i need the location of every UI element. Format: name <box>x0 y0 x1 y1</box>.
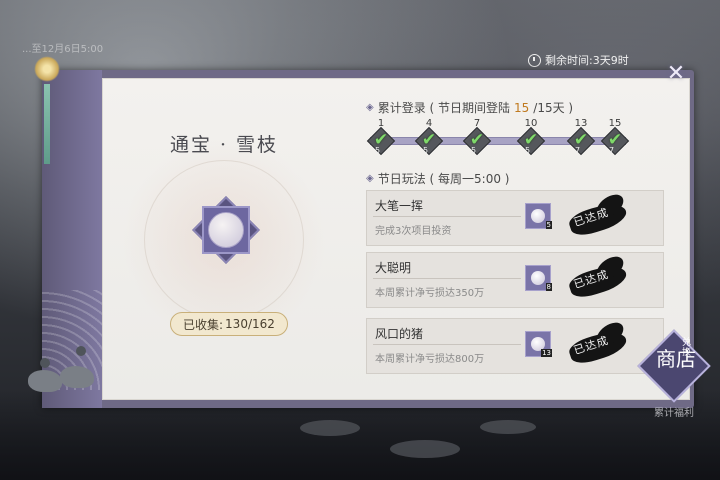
shop-caption: 累计福利 <box>654 408 694 419</box>
reward-count: 5 <box>375 146 381 155</box>
check-icon: ✔ <box>469 130 485 150</box>
bird-decoration <box>60 366 94 388</box>
flower-icon <box>34 56 60 82</box>
close-icon: ✕ <box>666 61 686 86</box>
stepping-stone <box>300 420 360 436</box>
login-section-title: ◈ 累计登录 ( 节日期间登陆 15/15天 ) <box>366 99 573 116</box>
divider <box>373 278 521 279</box>
login-title-prefix: 累计登录 ( 节日期间登陆 <box>377 101 511 115</box>
stepping-stone <box>390 440 460 458</box>
diamond-bullet-icon: ◈ <box>366 102 374 113</box>
festival-task: 风口的猪 本周累计净亏损达800万 13 已达成 <box>366 318 664 374</box>
task-reward-item[interactable]: 13 <box>525 331 552 357</box>
reward-quantity: 8 <box>545 283 552 291</box>
festival-section-title: ◈ 节日玩法 ( 每周一5:00 ) <box>366 170 509 187</box>
close-button[interactable]: ✕ <box>662 60 690 88</box>
remaining-time-label: 剩余时间:3天9时 <box>545 54 629 67</box>
check-icon: ✔ <box>421 130 437 150</box>
task-reward-item[interactable]: 5 <box>525 203 552 229</box>
check-icon: ✔ <box>573 130 589 150</box>
task-description: 完成3次项目投资 <box>375 226 452 237</box>
completed-stamp: 已达成 <box>565 318 635 369</box>
divider <box>373 216 521 217</box>
collected-value: 130/162 <box>225 317 275 331</box>
collection-showcase: 通宝 · 雪枝 已收集: 130/162 <box>104 80 344 400</box>
login-reward-day[interactable]: 1 ✔ 5 <box>366 118 396 156</box>
login-reward-day[interactable]: 10 ✔ 5 <box>516 118 546 156</box>
coin-item-icon[interactable] <box>192 196 260 264</box>
festival-task: 大聪明 本周累计净亏损达350万 8 已达成 <box>366 252 664 308</box>
login-reward-day[interactable]: 7 ✔ 5 <box>462 118 492 156</box>
coin-icon <box>531 271 545 285</box>
background-event-text: ...至12月6日5:00 <box>22 44 104 55</box>
task-reward-item[interactable]: 8 <box>525 265 552 291</box>
check-icon: ✔ <box>373 130 389 150</box>
item-title: 通宝 · 雪枝 <box>169 134 279 156</box>
flower-ornament <box>32 56 62 166</box>
stepping-stone <box>480 420 536 434</box>
login-title-suffix: /15天 ) <box>533 101 574 115</box>
clock-icon <box>528 53 541 67</box>
collected-badge: 已收集: 130/162 <box>170 312 288 336</box>
login-current-days: 15 <box>514 100 530 115</box>
reward-count: 5 <box>423 146 429 155</box>
reward-count: 5 <box>471 146 477 155</box>
tassel-decoration <box>44 84 50 164</box>
reward-quantity: 13 <box>541 349 552 357</box>
completed-stamp: 已达成 <box>565 252 635 303</box>
task-description: 本周累计净亏损达800万 <box>375 354 485 365</box>
remaining-time: 剩余时间:3天9时 <box>528 52 629 68</box>
collected-label: 已收集: <box>183 317 224 332</box>
coin-icon <box>531 209 545 223</box>
divider <box>373 344 521 345</box>
login-progress-track: 1 ✔ 5 4 ✔ 5 7 ✔ 5 10 ✔ 5 13 ✔ 7 15 ✔ 7 <box>366 118 630 158</box>
reward-count: 7 <box>575 146 581 155</box>
task-description: 本周累计净亏损达350万 <box>375 288 485 299</box>
login-reward-day[interactable]: 15 ✔ 7 <box>600 118 630 156</box>
bird-head-decoration <box>76 346 86 356</box>
shop-sub-label: 兑换 <box>682 338 692 358</box>
task-name: 大笔一挥 <box>375 199 424 213</box>
festival-title: 节日玩法 ( 每周一5:00 ) <box>377 172 510 186</box>
reward-count: 7 <box>609 146 615 155</box>
login-reward-day[interactable]: 13 ✔ 7 <box>566 118 596 156</box>
bird-decoration <box>28 370 62 392</box>
completed-stamp: 已达成 <box>565 190 635 241</box>
festival-task: 大笔一挥 完成3次项目投资 5 已达成 <box>366 190 664 246</box>
snow-branch-icon <box>208 212 244 248</box>
task-name: 大聪明 <box>375 261 412 275</box>
reward-quantity: 5 <box>545 221 552 229</box>
bird-head-decoration <box>40 358 50 368</box>
exchange-shop-button[interactable]: 商店 兑换 <box>637 329 711 403</box>
check-icon: ✔ <box>607 130 623 150</box>
check-icon: ✔ <box>523 130 539 150</box>
login-reward-day[interactable]: 4 ✔ 5 <box>414 118 444 156</box>
reward-count: 5 <box>525 146 531 155</box>
diamond-bullet-icon: ◈ <box>366 173 374 184</box>
task-name: 风口的猪 <box>375 327 424 341</box>
